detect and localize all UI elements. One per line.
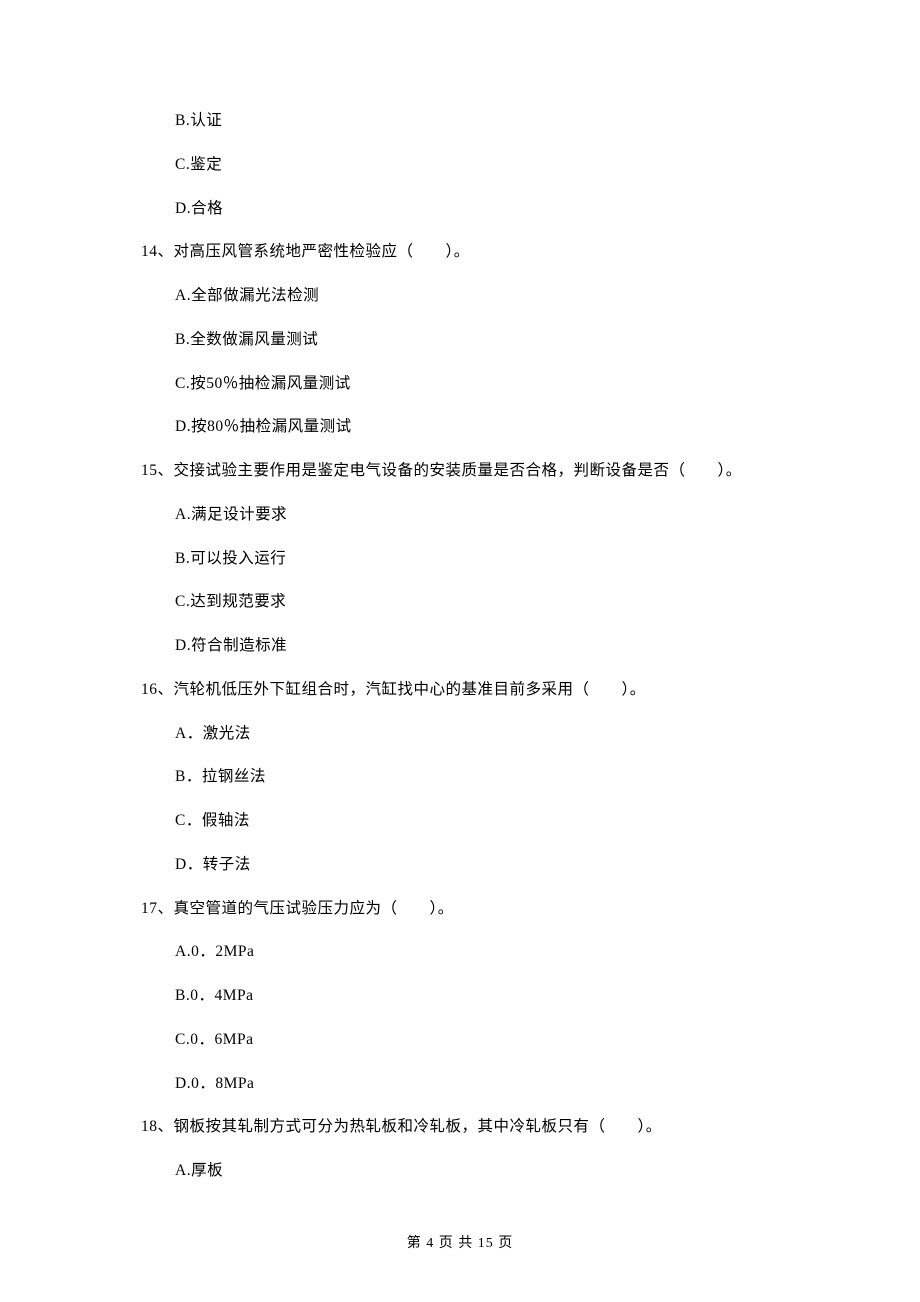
q14-option-d: D.按80％抽检漏风量测试 [175,415,820,438]
q17-option-d: D.0．8MPa [175,1072,820,1095]
q15-option-d: D.符合制造标准 [175,634,820,657]
q16-option-b: B．拉钢丝法 [175,765,820,788]
q17-option-c: C.0．6MPa [175,1028,820,1051]
q15-option-b: B.可以投入运行 [175,547,820,570]
q16-stem: 16、汽轮机低压外下缸组合时，汽缸找中心的基准目前多采用（ ）。 [141,678,820,701]
q16-option-a: A．激光法 [175,722,820,745]
q18-option-a: A.厚板 [175,1159,820,1182]
q16-option-c: C．假轴法 [175,809,820,832]
q16-option-d: D．转子法 [175,853,820,876]
q14-option-a: A.全部做漏光法检测 [175,284,820,307]
q17-stem: 17、真空管道的气压试验压力应为（ ）。 [141,897,820,920]
q14-option-b: B.全数做漏风量测试 [175,328,820,351]
q15-stem: 15、交接试验主要作用是鉴定电气设备的安装质量是否合格，判断设备是否（ ）。 [141,459,820,482]
q18-stem: 18、钢板按其轧制方式可分为热轧板和冷轧板，其中冷轧板只有（ ）。 [141,1115,820,1138]
q14-option-c: C.按50％抽检漏风量测试 [175,372,820,395]
page-footer: 第 4 页 共 15 页 [0,1233,920,1254]
q13-option-c: C.鉴定 [175,153,820,176]
q17-option-a: A.0．2MPa [175,940,820,963]
q14-stem: 14、对高压风管系统地严密性检验应（ ）。 [141,240,820,263]
q15-option-a: A.满足设计要求 [175,503,820,526]
page-content: B.认证 C.鉴定 D.合格 14、对高压风管系统地严密性检验应（ ）。 A.全… [0,0,920,1182]
q15-option-c: C.达到规范要求 [175,590,820,613]
q13-option-b: B.认证 [175,109,820,132]
q17-option-b: B.0．4MPa [175,984,820,1007]
q13-option-d: D.合格 [175,197,820,220]
